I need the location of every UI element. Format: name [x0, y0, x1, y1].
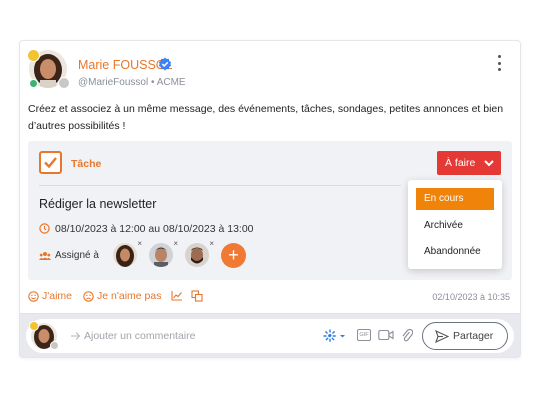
- avatar: [113, 243, 137, 267]
- dislike-label: Je n'aime pas: [97, 290, 162, 302]
- sparkle-icon[interactable]: [323, 329, 347, 343]
- dislike-button[interactable]: Je n'aime pas: [83, 290, 161, 302]
- plus-icon: +: [228, 245, 239, 265]
- task-dates: 08/10/2023 à 12:00 au 08/10/2023 à 13:00: [55, 223, 254, 235]
- chevron-down-icon: [484, 160, 494, 167]
- company-name[interactable]: ACME: [157, 77, 186, 88]
- handle-text: @MarieFoussol: [78, 77, 149, 88]
- post-text: Créez et associez à un même message, des…: [28, 103, 504, 132]
- task-title: Rédiger la newsletter: [39, 197, 157, 211]
- add-assignee-button[interactable]: +: [221, 243, 246, 268]
- frown-icon: [83, 290, 94, 302]
- status-option-en-cours[interactable]: En cours: [416, 188, 494, 210]
- comment-bar: GIF Partager: [20, 313, 520, 357]
- verified-icon: [158, 57, 172, 71]
- author-avatar[interactable]: [27, 49, 70, 89]
- share-label: Partager: [453, 330, 494, 342]
- comment-box: GIF Partager: [26, 319, 514, 353]
- commenter-avatar: [29, 321, 59, 350]
- avatar: [185, 243, 209, 267]
- send-icon: [71, 332, 81, 340]
- gif-label: GIF: [359, 332, 369, 338]
- comment-input[interactable]: [84, 327, 314, 345]
- share-button[interactable]: Partager: [422, 322, 508, 350]
- gif-icon[interactable]: GIF: [357, 329, 371, 341]
- avatar: [149, 243, 173, 267]
- assignee-avatar[interactable]: ×: [113, 240, 142, 267]
- online-status-dot: [29, 79, 38, 88]
- post-timestamp: 02/10/2023 à 10:35: [432, 292, 510, 302]
- status-dropdown-menu: En cours Archivée Abandonnée: [408, 180, 502, 269]
- status-label: À faire: [445, 157, 476, 169]
- crown-badge-icon: [27, 49, 40, 62]
- close-icon[interactable]: ×: [137, 240, 142, 248]
- author-handle: @MarieFoussol • ACME: [78, 77, 186, 88]
- status-badge: [58, 77, 70, 89]
- task-check-icon: [39, 151, 62, 174]
- close-icon[interactable]: ×: [173, 240, 178, 248]
- task-type-label: Tâche: [71, 158, 102, 170]
- copy-icon[interactable]: [191, 290, 203, 302]
- separator: •: [150, 77, 155, 88]
- status-badge: [50, 341, 59, 350]
- divider: [39, 185, 401, 186]
- assignee-avatar[interactable]: ×: [185, 240, 214, 267]
- clock-icon: [39, 223, 50, 234]
- crown-badge-icon: [29, 321, 39, 331]
- video-icon[interactable]: [378, 329, 394, 341]
- paperclip-icon[interactable]: [401, 327, 413, 343]
- close-icon[interactable]: ×: [209, 240, 214, 248]
- chart-icon[interactable]: [171, 290, 183, 301]
- status-dropdown-button[interactable]: À faire: [437, 151, 501, 175]
- assignee-avatar[interactable]: ×: [149, 240, 178, 267]
- status-option-abandonnee[interactable]: Abandonnée: [416, 241, 494, 263]
- status-option-archivee[interactable]: Archivée: [416, 215, 494, 237]
- like-button[interactable]: J'aime: [28, 290, 72, 302]
- like-label: J'aime: [42, 290, 73, 302]
- more-vertical-icon[interactable]: [496, 55, 502, 71]
- smile-icon: [28, 290, 39, 302]
- users-icon: [39, 252, 51, 260]
- paper-plane-icon: [435, 330, 449, 343]
- assigned-label: Assigné à: [55, 250, 99, 261]
